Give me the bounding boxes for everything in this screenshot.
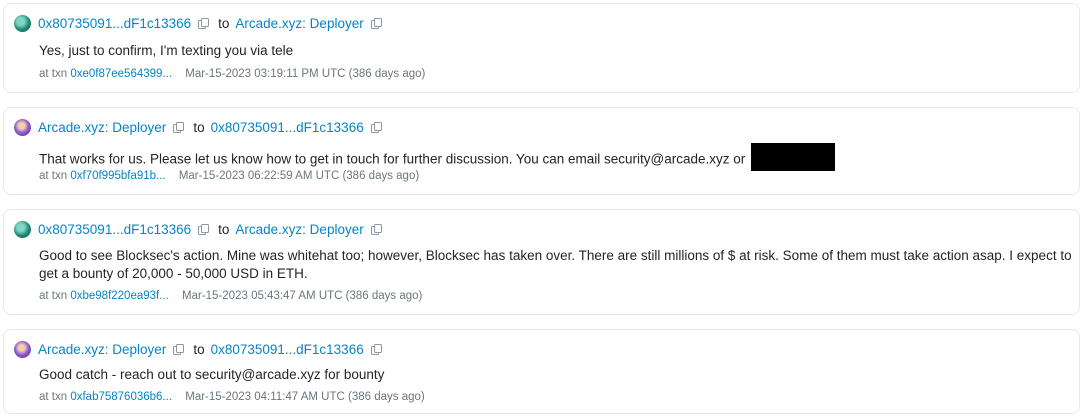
copy-icon[interactable] — [173, 121, 185, 133]
copy-icon[interactable] — [198, 223, 210, 235]
txn-hash-link[interactable]: 0xfab75876036b6... — [70, 391, 172, 403]
to-label: to — [218, 15, 230, 31]
copy-icon[interactable] — [370, 223, 382, 235]
avatar — [14, 340, 31, 358]
copy-icon[interactable] — [370, 343, 382, 355]
recipient-address-link[interactable]: Arcade.xyz: Deployer — [235, 222, 363, 237]
recipient-address-link[interactable]: Arcade.xyz: Deployer — [235, 16, 363, 31]
message-header: 0x80735091...dF1c13366 to Arcade.xyz: De… — [14, 12, 391, 34]
message-card: Arcade.xyz: Deployer to 0x80735091...dF1… — [3, 107, 1080, 195]
sender-address-link[interactable]: 0x80735091...dF1c13366 — [38, 222, 191, 237]
at-txn-label: at txn — [39, 68, 68, 80]
message-header: Arcade.xyz: Deployer to 0x80735091...dF1… — [14, 116, 391, 138]
at-txn-label: at txn — [39, 391, 68, 403]
to-label: to — [218, 221, 230, 237]
message-meta: at txn 0xe0f87ee564399... Mar-15-2023 03… — [39, 68, 425, 80]
at-txn-label: at txn — [39, 290, 68, 302]
message-body: Good catch - reach out to security@arcad… — [39, 367, 385, 382]
sender-address-link[interactable]: 0x80735091...dF1c13366 — [38, 16, 191, 31]
avatar — [14, 118, 31, 136]
timestamp: Mar-15-2023 06:22:59 AM UTC (386 days ag… — [178, 170, 420, 182]
redaction-box — [751, 143, 836, 171]
copy-icon[interactable] — [198, 17, 210, 29]
timestamp: Mar-15-2023 05:43:47 AM UTC (386 days ag… — [182, 290, 423, 302]
timestamp: Mar-15-2023 03:19:11 PM UTC (386 days ag… — [185, 68, 426, 80]
message-header: Arcade.xyz: Deployer to 0x80735091...dF1… — [14, 338, 391, 360]
message-text: That works for us. Please let us know ho… — [39, 151, 746, 167]
to-label: to — [193, 341, 205, 357]
at-txn-label: at txn — [39, 170, 68, 182]
message-meta: at txn 0xf70f995bfa91b... Mar-15-2023 06… — [39, 170, 419, 182]
txn-hash-link[interactable]: 0xbe98f220ea93f... — [70, 290, 168, 302]
message-card: Arcade.xyz: Deployer to 0x80735091...dF1… — [3, 329, 1080, 414]
recipient-address-link[interactable]: 0x80735091...dF1c13366 — [211, 342, 364, 357]
copy-icon[interactable] — [173, 343, 185, 355]
to-label: to — [193, 119, 205, 135]
copy-icon[interactable] — [370, 121, 382, 133]
timestamp: Mar-15-2023 04:11:47 AM UTC (386 days ag… — [185, 391, 425, 403]
message-card: 0x80735091...dF1c13366 to Arcade.xyz: De… — [3, 3, 1080, 93]
message-body: Yes, just to confirm, I'm texting you vi… — [39, 43, 294, 58]
message-card: 0x80735091...dF1c13366 to Arcade.xyz: De… — [3, 209, 1080, 315]
message-body: Good to see Blocksec's action. Mine was … — [39, 248, 1072, 281]
message-header: 0x80735091...dF1c13366 to Arcade.xyz: De… — [14, 218, 391, 240]
message-meta: at txn 0xbe98f220ea93f... Mar-15-2023 05… — [39, 290, 422, 302]
txn-hash-link[interactable]: 0xe0f87ee564399... — [70, 68, 172, 80]
avatar — [14, 14, 31, 32]
sender-address-link[interactable]: Arcade.xyz: Deployer — [38, 342, 166, 357]
txn-hash-link[interactable]: 0xf70f995bfa91b... — [70, 170, 165, 182]
copy-icon[interactable] — [370, 17, 382, 29]
avatar — [14, 220, 31, 238]
message-meta: at txn 0xfab75876036b6... Mar-15-2023 04… — [39, 391, 425, 403]
recipient-address-link[interactable]: 0x80735091...dF1c13366 — [211, 120, 364, 135]
sender-address-link[interactable]: Arcade.xyz: Deployer — [38, 120, 166, 135]
